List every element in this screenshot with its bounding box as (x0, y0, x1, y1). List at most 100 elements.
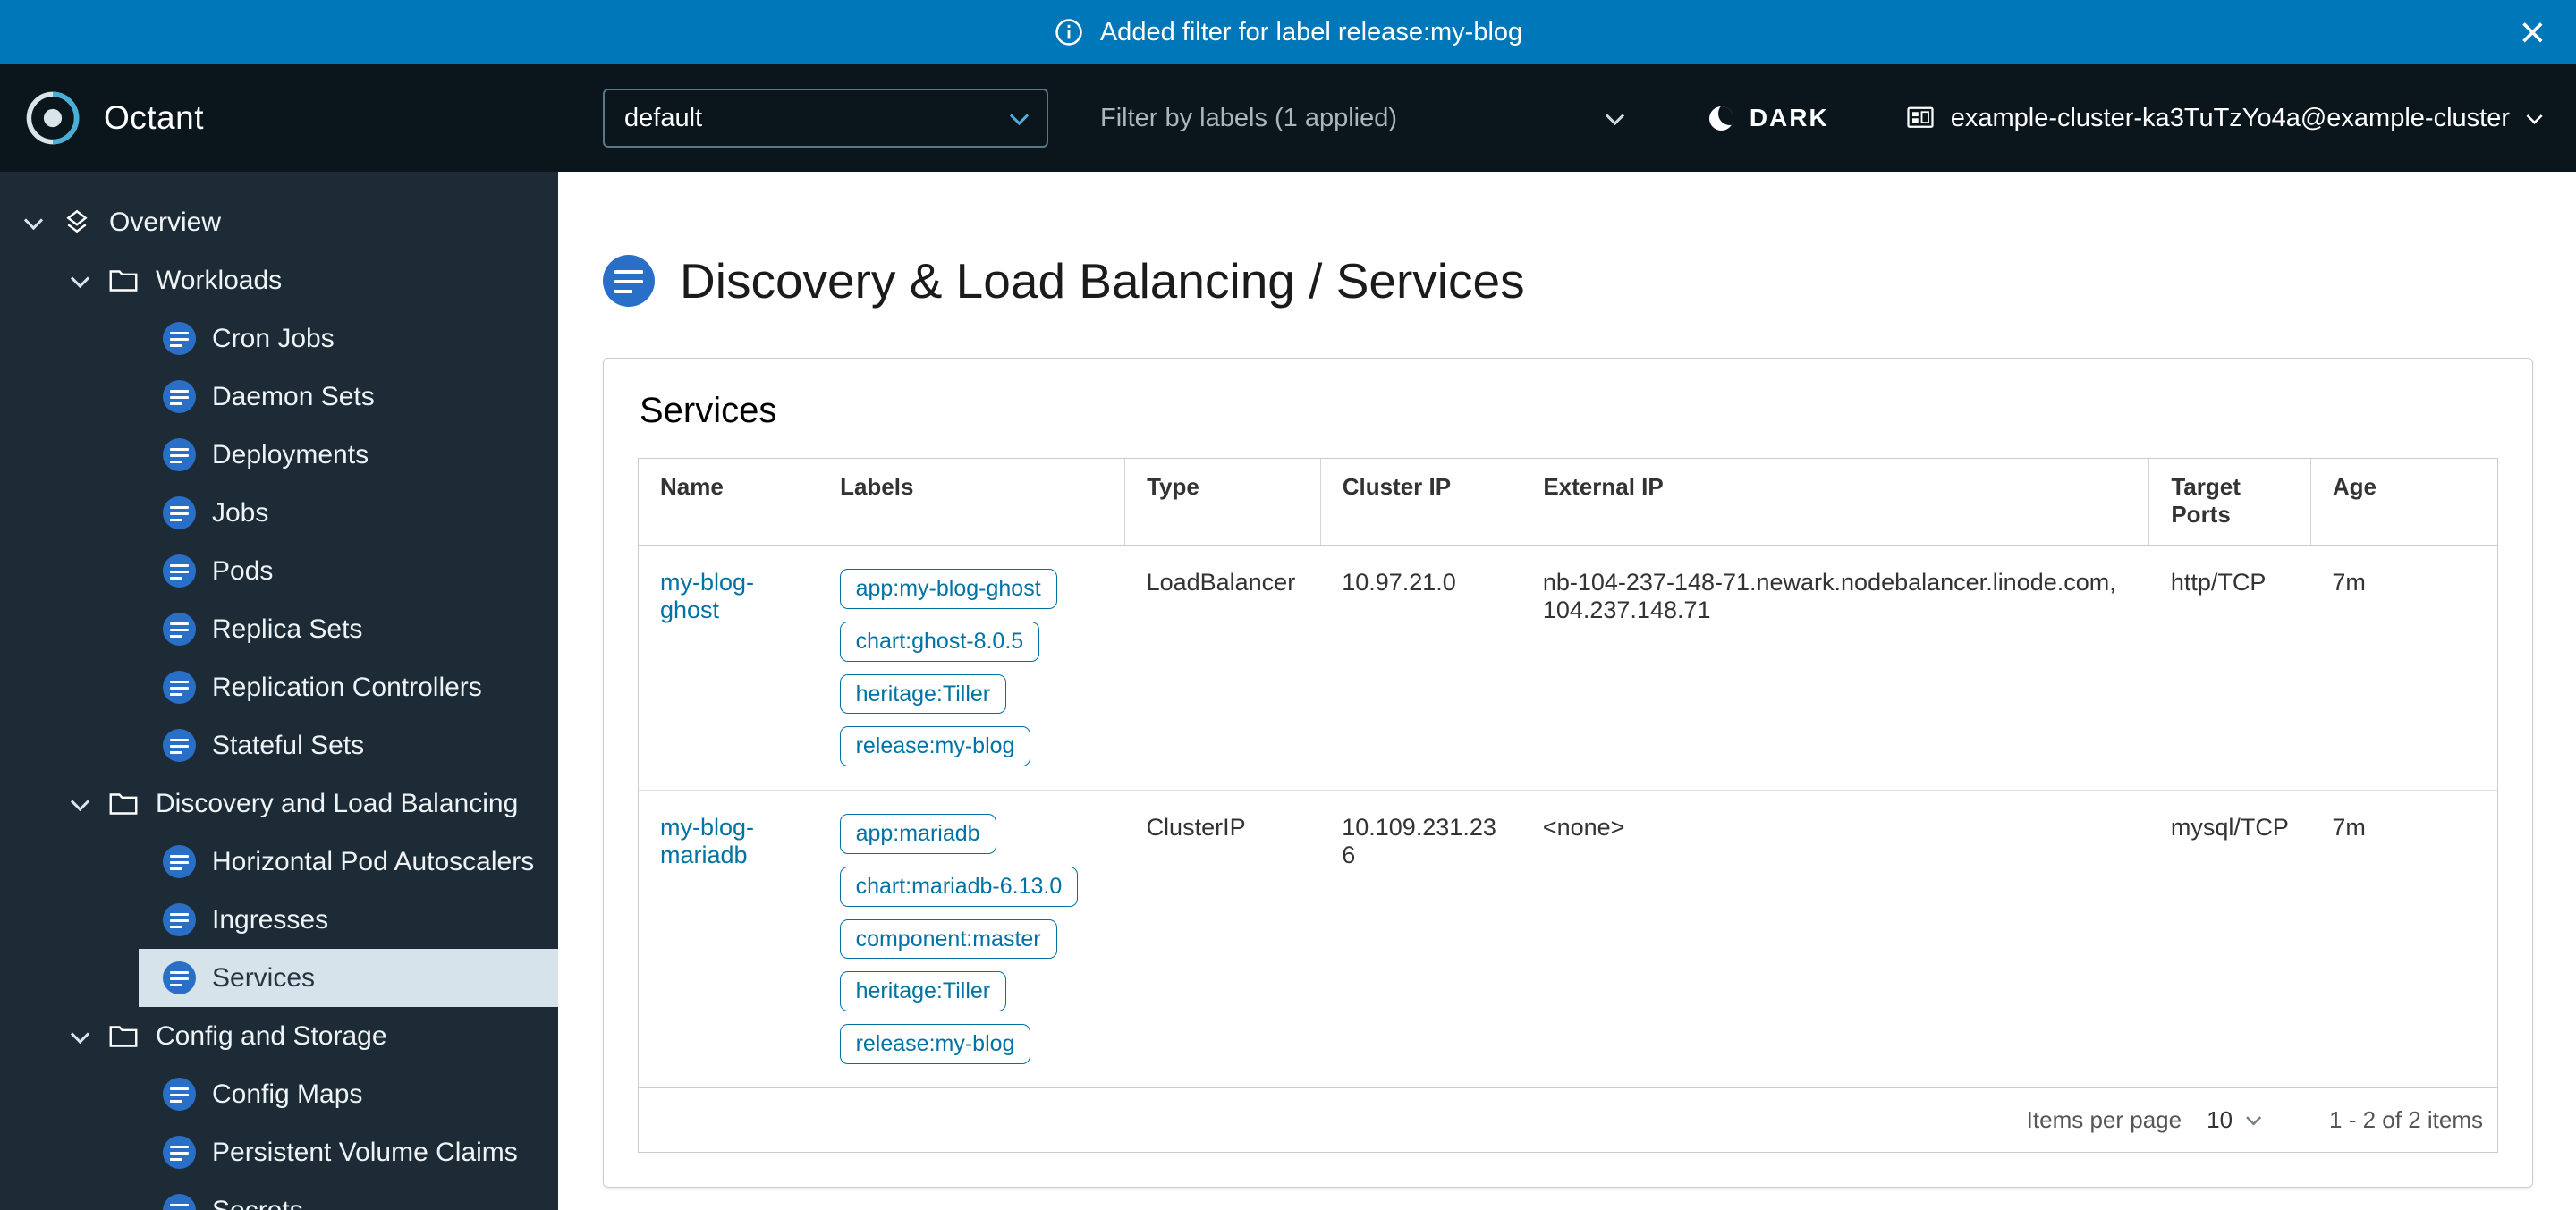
chevron-down-icon (2526, 109, 2544, 127)
sidebar-item-cron-jobs[interactable]: Cron Jobs (0, 309, 558, 368)
type-cell: LoadBalancer (1125, 546, 1321, 791)
daemon-sets-icon (163, 380, 196, 413)
labels-cell: app:mariadb chart:mariadb-6.13.0 compone… (818, 791, 1125, 1087)
main-content: Discovery & Load Balancing / Services Se… (558, 172, 2576, 1210)
folder-icon (107, 788, 140, 820)
name-cell: my-blog-ghost (639, 546, 818, 791)
namespace-value: default (624, 104, 702, 133)
sidebar-item-label: Persistent Volume Claims (212, 1138, 518, 1168)
page-title-row: Discovery & Load Balancing / Services (603, 252, 2576, 309)
target-ports-cell: mysql/TCP (2149, 791, 2311, 1087)
namespace-select[interactable]: default (603, 89, 1048, 148)
label-pill[interactable]: release:my-blog (840, 1024, 1031, 1064)
column-header-name: Name (639, 459, 818, 546)
label-pill[interactable]: app:my-blog-ghost (840, 569, 1057, 609)
sidebar-item-ingresses[interactable]: Ingresses (0, 891, 558, 949)
notification-bar: Added filter for label release:my-blog × (0, 0, 2576, 64)
sidebar-item-config-maps[interactable]: Config Maps (0, 1065, 558, 1123)
sidebar-item-horizontal-pod-autoscalers[interactable]: Horizontal Pod Autoscalers (0, 833, 558, 891)
label-pill[interactable]: chart:ghost-8.0.5 (840, 622, 1040, 662)
moon-icon (1709, 106, 1733, 131)
chevron-down-icon[interactable] (70, 793, 91, 815)
cron-jobs-icon (163, 322, 196, 355)
sidebar-item-discovery-and-load-balancing[interactable]: Discovery and Load Balancing (0, 774, 558, 833)
type-cell: ClusterIP (1125, 791, 1321, 1087)
sidebar-item-jobs[interactable]: Jobs (0, 484, 558, 542)
theme-toggle-button[interactable]: DARK (1709, 104, 1829, 132)
sidebar-item-label: Replica Sets (212, 614, 362, 645)
sidebar-item-label: Secrets (212, 1196, 303, 1210)
cluster-name: example-cluster-ka3TuTzYo4a@example-clus… (1951, 104, 2510, 133)
table-header-row: Name Labels Type Cluster IP External IP … (639, 459, 2497, 546)
chevron-down-icon (1605, 107, 1626, 129)
services-icon (163, 961, 196, 994)
sidebar-item-workloads[interactable]: Workloads (0, 251, 558, 309)
sidebar-item-label: Overview (109, 207, 221, 238)
secrets-icon (163, 1194, 196, 1210)
column-header-cluster-ip: Cluster IP (1320, 459, 1521, 546)
sidebar: Overview Workloads Cron Jobs Daemon Sets… (0, 172, 558, 1210)
age-cell: 7m (2310, 546, 2497, 791)
services-card: Services Name Labels Type Cluster IP (603, 358, 2533, 1188)
sidebar-item-persistent-volume-claims[interactable]: Persistent Volume Claims (0, 1123, 558, 1181)
sidebar-item-label: Jobs (212, 498, 268, 529)
stateful-sets-icon (163, 729, 196, 762)
services-page-icon (603, 255, 655, 307)
sidebar-item-pods[interactable]: Pods (0, 542, 558, 600)
overview-icon (61, 207, 93, 239)
name-cell: my-blog-mariadb (639, 791, 818, 1087)
page-title: Discovery & Load Balancing / Services (680, 252, 1525, 309)
label-pill[interactable]: chart:mariadb-6.13.0 (840, 867, 1079, 907)
sidebar-item-replication-controllers[interactable]: Replication Controllers (0, 658, 558, 716)
sidebar-item-label: Daemon Sets (212, 382, 375, 412)
items-per-page-select[interactable]: 10 (2207, 1106, 2265, 1134)
label-pill[interactable]: component:master (840, 919, 1057, 960)
app-title: Octant (104, 99, 204, 137)
sidebar-item-stateful-sets[interactable]: Stateful Sets (0, 716, 558, 774)
sidebar-item-secrets[interactable]: Secrets (0, 1181, 558, 1210)
label-pill[interactable]: release:my-blog (840, 726, 1031, 766)
chevron-down-icon[interactable] (23, 212, 45, 233)
service-link[interactable]: my-blog-ghost (660, 569, 754, 623)
label-filter-text: Filter by labels (1 applied) (1100, 104, 1397, 133)
sidebar-item-overview[interactable]: Overview (0, 193, 558, 251)
sidebar-item-config-and-storage[interactable]: Config and Storage (0, 1007, 558, 1065)
service-link[interactable]: my-blog-mariadb (660, 814, 754, 868)
chevron-down-icon (2245, 1112, 2262, 1129)
ingresses-icon (163, 903, 196, 936)
sidebar-item-replica-sets[interactable]: Replica Sets (0, 600, 558, 658)
close-icon[interactable]: × (2514, 10, 2551, 55)
sidebar-item-services[interactable]: Services (139, 949, 558, 1007)
cluster-ip-cell: 10.109.231.236 (1320, 791, 1521, 1087)
chevron-down-icon[interactable] (70, 1026, 91, 1047)
sidebar-item-daemon-sets[interactable]: Daemon Sets (0, 368, 558, 426)
column-header-target-ports: Target Ports (2149, 459, 2311, 546)
jobs-icon (163, 496, 196, 529)
items-per-page-value: 10 (2207, 1106, 2233, 1134)
age-cell: 7m (2310, 791, 2497, 1087)
cluster-icon (1904, 102, 1936, 134)
sidebar-item-label: Config and Storage (156, 1021, 387, 1052)
sidebar-item-deployments[interactable]: Deployments (0, 426, 558, 484)
table-row: my-blog-mariadb app:mariadb chart:mariad… (639, 791, 2497, 1087)
label-pill[interactable]: heritage:Tiller (840, 971, 1007, 1011)
column-header-external-ip: External IP (1521, 459, 2149, 546)
pagination-range: 1 - 2 of 2 items (2329, 1106, 2483, 1134)
label-pill[interactable]: app:mariadb (840, 814, 996, 854)
folder-icon (107, 1020, 140, 1053)
services-table: Name Labels Type Cluster IP External IP … (638, 458, 2498, 1153)
config-maps-icon (163, 1078, 196, 1111)
deployments-icon (163, 438, 196, 471)
cluster-ip-cell: 10.97.21.0 (1320, 546, 1521, 791)
cluster-select[interactable]: example-cluster-ka3TuTzYo4a@example-clus… (1904, 102, 2546, 134)
chevron-down-icon (1009, 107, 1030, 129)
replica-sets-icon (163, 613, 196, 646)
chevron-down-icon[interactable] (70, 270, 91, 292)
label-filter-select[interactable]: Filter by labels (1 applied) (1100, 104, 1626, 133)
label-pill[interactable]: heritage:Tiller (840, 674, 1007, 715)
replication-controllers-icon (163, 671, 196, 704)
folder-icon (107, 265, 140, 297)
sidebar-item-label: Ingresses (212, 905, 328, 935)
sidebar-item-label: Horizontal Pod Autoscalers (212, 847, 534, 877)
brand: Octant (0, 89, 558, 148)
